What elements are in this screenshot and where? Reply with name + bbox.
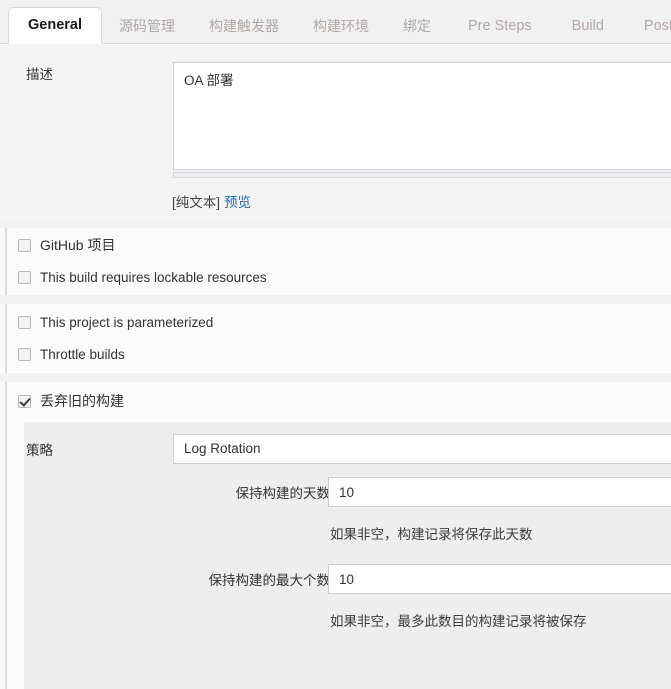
left-rule-divider-strategy	[5, 414, 7, 689]
strategy-label: 策略	[26, 443, 53, 458]
discard-strategy-section: 策略 Log Rotation 保持构建的天数 如果非空，构建记录将保存此天数 …	[0, 414, 671, 689]
checkbox-throttle-builds-icon[interactable]	[18, 347, 31, 361]
checkbox-github-project-icon[interactable]	[18, 238, 31, 252]
plain-text-indicator: [纯文本]	[172, 195, 221, 210]
checkbox-row-lockable-resources[interactable]: This build requires lockable resources	[18, 265, 267, 289]
checkbox-label-github-project: GitHub 项目	[40, 237, 116, 253]
days-to-keep-label: 保持构建的天数	[235, 486, 331, 501]
checkbox-label-throttle-builds: Throttle builds	[40, 346, 125, 362]
job-config-form: 描述 [纯文本]预览 GitHub 项目 This build requires…	[0, 44, 671, 689]
blog-watermark: https://blog.csdn.net/u013343114	[424, 661, 652, 678]
max-builds-to-keep-hint: 如果非空，最多此数目的构建记录将被保存	[330, 614, 587, 629]
checkbox-discard-old-builds-icon[interactable]	[18, 394, 31, 408]
checkbox-parameterized-icon[interactable]	[18, 315, 31, 329]
checkbox-row-discard-old-builds[interactable]: 丢弃旧的构建	[18, 389, 124, 413]
tab-build[interactable]: Build	[552, 7, 624, 43]
tab-bindings[interactable]: 绑定	[386, 7, 448, 43]
description-footer-links: [纯文本] 预览	[172, 191, 251, 211]
checkbox-label-lockable-resources: This build requires lockable resources	[40, 269, 267, 285]
max-builds-to-keep-input[interactable]	[328, 564, 671, 594]
checkbox-row-throttle-builds[interactable]: Throttle builds	[18, 342, 125, 366]
left-rule-divider	[5, 219, 7, 414]
checkbox-label-parameterized: This project is parameterized	[40, 314, 214, 330]
max-builds-to-keep-label: 保持构建的最大个数	[208, 573, 331, 588]
tab-build-environment[interactable]: 构建环境	[296, 7, 386, 43]
checkbox-row-parameterized[interactable]: This project is parameterized	[18, 310, 213, 334]
tab-pre-steps[interactable]: Pre Steps	[448, 7, 552, 43]
description-resize-handle[interactable]	[173, 172, 671, 178]
description-textarea[interactable]	[173, 62, 671, 170]
discard-strategy-panel: 策略 Log Rotation 保持构建的天数 如果非空，构建记录将保存此天数 …	[24, 422, 671, 689]
checkbox-lockable-resources-icon[interactable]	[18, 270, 31, 284]
description-section: 描述 [纯文本]预览	[0, 44, 671, 219]
days-to-keep-input[interactable]	[328, 477, 671, 507]
checkbox-row-github-project[interactable]: GitHub 项目	[18, 233, 115, 257]
description-label: 描述	[26, 67, 53, 82]
section-separator-bottom	[0, 373, 671, 382]
tab-source-code-management[interactable]: 源码管理	[102, 7, 192, 43]
strategy-select[interactable]: Log Rotation	[173, 434, 671, 464]
section-separator-top	[0, 219, 671, 228]
tab-general[interactable]: General	[8, 7, 102, 44]
tab-build-triggers[interactable]: 构建触发器	[192, 7, 296, 43]
section-separator-middle	[0, 295, 671, 304]
config-tab-bar: General 源码管理 构建触发器 构建环境 绑定 Pre Steps Bui…	[0, 0, 671, 44]
preview-link[interactable]: 预览	[224, 195, 251, 210]
checkbox-label-discard-old-builds: 丢弃旧的构建	[40, 393, 124, 409]
checkbox-options-region: GitHub 项目 This build requires lockable r…	[0, 219, 671, 414]
days-to-keep-hint: 如果非空，构建记录将保存此天数	[330, 527, 533, 542]
tab-post-steps[interactable]: Post Steps	[624, 7, 671, 43]
